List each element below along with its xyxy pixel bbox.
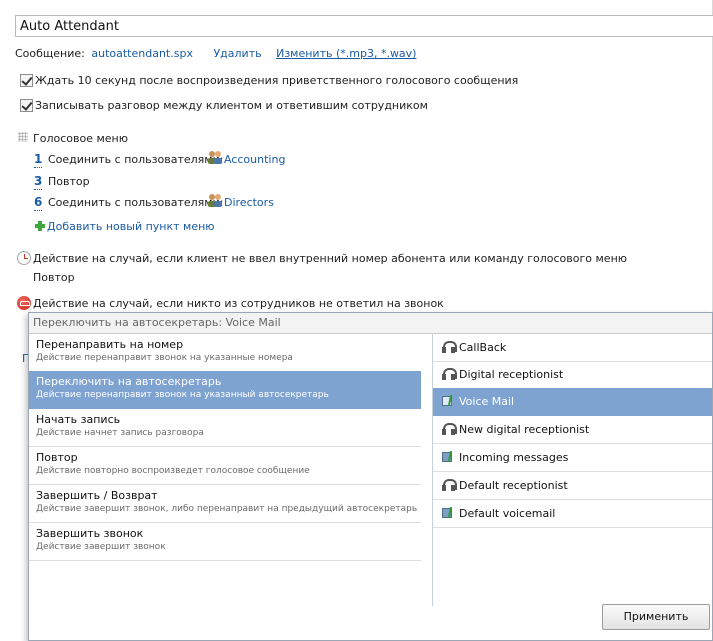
clock-icon xyxy=(17,251,31,265)
delete-message-link[interactable]: Удалить xyxy=(213,47,261,60)
action-description: Действие завершит звонок, либо перенапра… xyxy=(36,504,418,514)
attendant-label: Default receptionist xyxy=(459,479,568,492)
attendant-incoming-messages[interactable]: Incoming messages xyxy=(433,444,712,472)
voice-menu-title: Голосовое меню xyxy=(33,132,128,145)
apply-button[interactable]: Применить xyxy=(602,604,710,630)
attendant-default-voicemail[interactable]: Default voicemail xyxy=(433,500,712,528)
action-end-call[interactable]: Завершить звонок Действие завершит звоно… xyxy=(29,523,421,561)
record-option-label: Записывать разговор между клиентом и отв… xyxy=(35,99,428,112)
action-picker-popup: Переключить на автосекретарь: Voice Mail… xyxy=(28,312,713,641)
action-description: Действие завершит звонок xyxy=(36,542,166,552)
action-start-recording[interactable]: Начать запись Действие начнет запись раз… xyxy=(29,409,421,447)
headset-icon xyxy=(442,479,457,492)
wait-option-label: Ждать 10 секунд после воспроизведения пр… xyxy=(35,74,519,87)
attendant-label: Incoming messages xyxy=(459,451,569,464)
attendant-list: CallBack Digital receptionist Voice Mail… xyxy=(433,334,712,606)
menu-key-6[interactable]: 6 xyxy=(34,195,43,211)
missed-call-icon xyxy=(17,296,31,310)
menu-item-action: Соединить с пользователями: xyxy=(48,153,224,166)
headset-icon xyxy=(442,368,457,381)
attendant-callback[interactable]: CallBack xyxy=(433,334,712,362)
wait-checkbox[interactable] xyxy=(20,74,33,87)
action-redirect-to-number[interactable]: Перенаправить на номер Действие перенапр… xyxy=(29,334,421,372)
action-description: Действие повторно воспроизведет голосово… xyxy=(36,466,310,476)
action-description: Действие перенаправит звонок на указанны… xyxy=(36,390,329,400)
users-icon xyxy=(208,151,222,164)
attendant-label: Digital receptionist xyxy=(459,368,564,381)
action-switch-to-attendant[interactable]: Переключить на автосекретарь Действие пе… xyxy=(29,371,421,409)
attendant-label: New digital receptionist xyxy=(459,423,590,436)
action-description: Действие перенаправит звонок на указанны… xyxy=(36,353,293,363)
actions-list: Перенаправить на номер Действие перенапр… xyxy=(29,334,433,606)
action-title: Завершить / Возврат xyxy=(36,489,158,502)
attendant-label: CallBack xyxy=(459,341,507,354)
add-menu-item-link[interactable]: Добавить новый пункт меню xyxy=(47,220,215,233)
attendant-default-receptionist[interactable]: Default receptionist xyxy=(433,472,712,500)
directors-group-link[interactable]: Directors xyxy=(224,196,274,209)
attendant-label: Default voicemail xyxy=(459,507,556,520)
attendant-digital-receptionist[interactable]: Digital receptionist xyxy=(433,361,712,389)
action-title: Завершить звонок xyxy=(36,527,144,540)
message-label: Сообщение: xyxy=(15,47,85,60)
drag-grip-icon[interactable] xyxy=(18,132,28,142)
action-finish-return[interactable]: Завершить / Возврат Действие завершит зв… xyxy=(29,485,421,523)
action-description: Действие начнет запись разговора xyxy=(36,428,204,438)
record-checkbox[interactable] xyxy=(20,99,33,112)
voicemail-icon xyxy=(442,451,456,464)
no-input-action-label: Действие на случай, если клиент не ввел … xyxy=(33,252,628,265)
menu-key-1[interactable]: 1 xyxy=(34,152,43,168)
action-title: Переключить на автосекретарь xyxy=(36,375,222,388)
selected-action-summary: Переключить на автосекретарь: Voice Mail xyxy=(29,313,712,334)
users-icon xyxy=(208,194,222,207)
menu-key-3[interactable]: 3 xyxy=(34,174,43,190)
attendant-label: Voice Mail xyxy=(459,395,515,408)
menu-item-action: Повтор xyxy=(48,175,90,188)
action-title: Повтор xyxy=(36,451,78,464)
no-input-action-value[interactable]: Повтор xyxy=(33,271,75,284)
menu-item-action: Соединить с пользователями: xyxy=(48,196,224,209)
action-title: Перенаправить на номер xyxy=(36,338,184,351)
attendant-voice-mail[interactable]: Voice Mail xyxy=(433,388,712,416)
action-title: Начать запись xyxy=(36,413,121,426)
change-message-link[interactable]: Изменить (*.mp3, *.wav) xyxy=(276,47,416,60)
voicemail-icon xyxy=(442,395,456,408)
message-row: Сообщение: autoattendant.spx Удалить Изм… xyxy=(15,47,416,60)
attendant-new-digital-receptionist[interactable]: New digital receptionist xyxy=(433,416,712,444)
attendant-name-input[interactable] xyxy=(15,15,713,37)
headset-icon xyxy=(442,341,457,354)
action-repeat[interactable]: Повтор Действие повторно воспроизведет г… xyxy=(29,447,421,485)
headset-icon xyxy=(442,423,457,436)
message-file-link[interactable]: autoattendant.spx xyxy=(91,47,193,60)
accounting-group-link[interactable]: Accounting xyxy=(224,153,285,166)
add-icon xyxy=(35,221,45,231)
voicemail-icon xyxy=(442,507,456,520)
no-answer-action-label: Действие на случай, если никто из сотруд… xyxy=(33,297,444,310)
